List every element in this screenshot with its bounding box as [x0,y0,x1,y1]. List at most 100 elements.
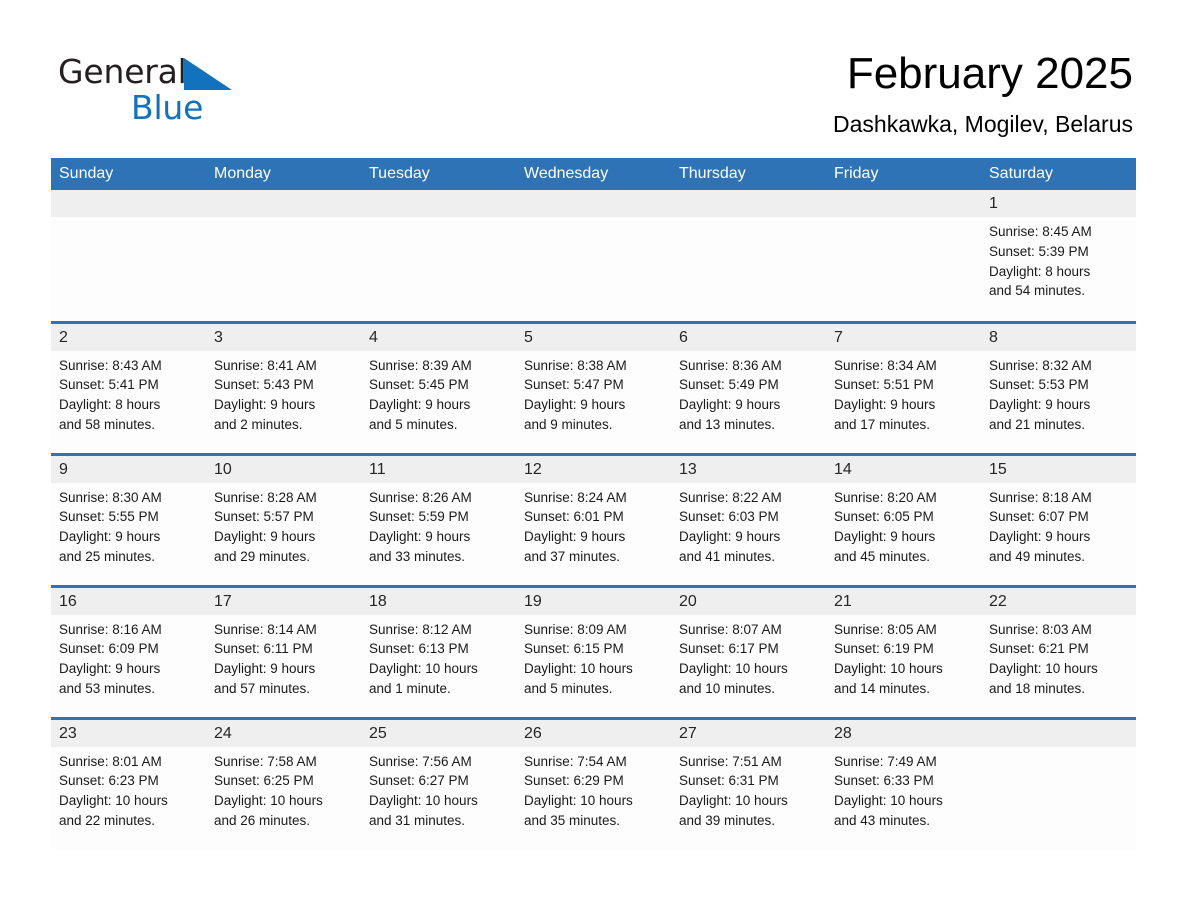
day-cell[interactable]: 28 Sunrise: 7:49 AM Sunset: 6:33 PM Dayl… [826,716,981,850]
day-cell[interactable]: 9 Sunrise: 8:30 AM Sunset: 5:55 PM Dayli… [51,452,206,586]
daylight-text-line2: and 35 minutes. [524,812,621,828]
day-info: Sunrise: 8:30 AM Sunset: 5:55 PM Dayligh… [51,483,206,567]
brand-logo[interactable]: General Blue [58,52,318,128]
day-cell[interactable] [361,190,516,322]
day-cell[interactable] [51,190,206,322]
daylight-text-line2: and 53 minutes. [59,680,156,696]
day-number-strip: 21 [826,587,981,615]
day-cell[interactable]: 11 Sunrise: 8:26 AM Sunset: 5:59 PM Dayl… [361,452,516,586]
sunrise-text: Sunrise: 8:09 AM [524,621,627,637]
day-info: Sunrise: 8:07 AM Sunset: 6:17 PM Dayligh… [671,615,826,699]
day-cell[interactable]: 5 Sunrise: 8:38 AM Sunset: 5:47 PM Dayli… [516,320,671,454]
sunrise-text: Sunrise: 8:20 AM [834,489,937,505]
page-title: February 2025 [846,49,1133,98]
sunset-text: Sunset: 6:19 PM [834,641,934,657]
day-cell[interactable]: 13 Sunrise: 8:22 AM Sunset: 6:03 PM Dayl… [671,452,826,586]
day-number-strip: 1 [981,190,1136,217]
sunrise-text: Sunrise: 8:28 AM [214,489,317,505]
day-number-strip: 25 [361,719,516,747]
daylight-text-line2: and 13 minutes. [679,416,776,432]
day-info: Sunrise: 8:43 AM Sunset: 5:41 PM Dayligh… [51,351,206,435]
day-cell[interactable]: 7 Sunrise: 8:34 AM Sunset: 5:51 PM Dayli… [826,320,981,454]
daylight-text-line2: and 57 minutes. [214,680,311,696]
sunset-text: Sunset: 6:17 PM [679,641,779,657]
daylight-text-line2: and 14 minutes. [834,680,931,696]
day-info: Sunrise: 8:24 AM Sunset: 6:01 PM Dayligh… [516,483,671,567]
day-cell[interactable]: 18 Sunrise: 8:12 AM Sunset: 6:13 PM Dayl… [361,584,516,718]
day-cell[interactable]: 4 Sunrise: 8:39 AM Sunset: 5:45 PM Dayli… [361,320,516,454]
sunset-text: Sunset: 5:41 PM [59,377,159,393]
day-number: 7 [834,328,843,346]
sunrise-text: Sunrise: 8:34 AM [834,357,937,373]
day-cell[interactable]: 19 Sunrise: 8:09 AM Sunset: 6:15 PM Dayl… [516,584,671,718]
sunrise-text: Sunrise: 8:14 AM [214,621,317,637]
day-cell[interactable]: 21 Sunrise: 8:05 AM Sunset: 6:19 PM Dayl… [826,584,981,718]
sunrise-text: Sunrise: 8:41 AM [214,357,317,373]
day-cell[interactable]: 27 Sunrise: 7:51 AM Sunset: 6:31 PM Dayl… [671,716,826,850]
day-info: Sunrise: 7:54 AM Sunset: 6:29 PM Dayligh… [516,747,671,831]
sunset-text: Sunset: 5:55 PM [59,509,159,525]
daylight-text-line1: Daylight: 10 hours [679,793,788,809]
day-cell[interactable]: 6 Sunrise: 8:36 AM Sunset: 5:49 PM Dayli… [671,320,826,454]
day-cell[interactable]: 20 Sunrise: 8:07 AM Sunset: 6:17 PM Dayl… [671,584,826,718]
calendar-body: 1 Sunrise: 8:45 AM Sunset: 5:39 PM Dayli… [51,190,1136,850]
day-cell[interactable]: 17 Sunrise: 8:14 AM Sunset: 6:11 PM Dayl… [206,584,361,718]
day-cell[interactable]: 8 Sunrise: 8:32 AM Sunset: 5:53 PM Dayli… [981,320,1136,454]
day-cell[interactable] [981,716,1136,850]
day-cell[interactable]: 25 Sunrise: 7:56 AM Sunset: 6:27 PM Dayl… [361,716,516,850]
day-cell[interactable]: 1 Sunrise: 8:45 AM Sunset: 5:39 PM Dayli… [981,190,1136,322]
day-info: Sunrise: 8:20 AM Sunset: 6:05 PM Dayligh… [826,483,981,567]
sunset-text: Sunset: 5:59 PM [369,509,469,525]
calendar-week-row: 16 Sunrise: 8:16 AM Sunset: 6:09 PM Dayl… [51,584,1136,718]
day-cell[interactable]: 24 Sunrise: 7:58 AM Sunset: 6:25 PM Dayl… [206,716,361,850]
day-cell[interactable] [206,190,361,322]
day-cell[interactable]: 3 Sunrise: 8:41 AM Sunset: 5:43 PM Dayli… [206,320,361,454]
day-number-strip: 9 [51,455,206,483]
day-info: Sunrise: 8:16 AM Sunset: 6:09 PM Dayligh… [51,615,206,699]
day-number-strip: 17 [206,587,361,615]
day-cell[interactable]: 10 Sunrise: 8:28 AM Sunset: 5:57 PM Dayl… [206,452,361,586]
day-cell[interactable]: 22 Sunrise: 8:03 AM Sunset: 6:21 PM Dayl… [981,584,1136,718]
sunset-text: Sunset: 6:09 PM [59,641,159,657]
daylight-text-line2: and 39 minutes. [679,812,776,828]
day-cell[interactable]: 26 Sunrise: 7:54 AM Sunset: 6:29 PM Dayl… [516,716,671,850]
day-number-strip: 2 [51,323,206,351]
daylight-text-line2: and 54 minutes. [989,283,1086,299]
day-cell[interactable]: 12 Sunrise: 8:24 AM Sunset: 6:01 PM Dayl… [516,452,671,586]
day-number-strip: 27 [671,719,826,747]
day-number-strip: 11 [361,455,516,483]
sunrise-text: Sunrise: 8:01 AM [59,753,162,769]
daylight-text-line1: Daylight: 9 hours [679,529,781,545]
sunrise-text: Sunrise: 7:51 AM [679,753,782,769]
day-cell[interactable] [671,190,826,322]
day-number: 23 [59,724,77,742]
day-number: 28 [834,724,852,742]
sunrise-text: Sunrise: 8:30 AM [59,489,162,505]
daylight-text-line1: Daylight: 10 hours [214,793,323,809]
sunrise-text: Sunrise: 8:38 AM [524,357,627,373]
day-number: 14 [834,460,852,478]
daylight-text-line1: Daylight: 9 hours [524,397,626,413]
day-cell[interactable]: 15 Sunrise: 8:18 AM Sunset: 6:07 PM Dayl… [981,452,1136,586]
weekday-header-monday: Monday [206,158,361,190]
sunrise-text: Sunrise: 8:36 AM [679,357,782,373]
day-cell[interactable]: 2 Sunrise: 8:43 AM Sunset: 5:41 PM Dayli… [51,320,206,454]
daylight-text-line1: Daylight: 10 hours [369,661,478,677]
day-number: 3 [214,328,223,346]
day-info: Sunrise: 7:58 AM Sunset: 6:25 PM Dayligh… [206,747,361,831]
daylight-text-line1: Daylight: 9 hours [369,397,471,413]
day-cell[interactable] [516,190,671,322]
daylight-text-line1: Daylight: 10 hours [59,793,168,809]
day-cell[interactable]: 23 Sunrise: 8:01 AM Sunset: 6:23 PM Dayl… [51,716,206,850]
day-cell[interactable]: 16 Sunrise: 8:16 AM Sunset: 6:09 PM Dayl… [51,584,206,718]
day-info [51,217,206,222]
page-subtitle: Dashkawka, Mogilev, Belarus [833,111,1133,137]
day-info [516,217,671,222]
sunrise-text: Sunrise: 8:24 AM [524,489,627,505]
day-number-strip: 13 [671,455,826,483]
day-cell[interactable] [826,190,981,322]
day-cell[interactable]: 14 Sunrise: 8:20 AM Sunset: 6:05 PM Dayl… [826,452,981,586]
day-number: 10 [214,460,232,478]
title-block: February 2025 Dashkawka, Mogilev, Belaru… [833,48,1133,139]
daylight-text-line2: and 43 minutes. [834,812,931,828]
